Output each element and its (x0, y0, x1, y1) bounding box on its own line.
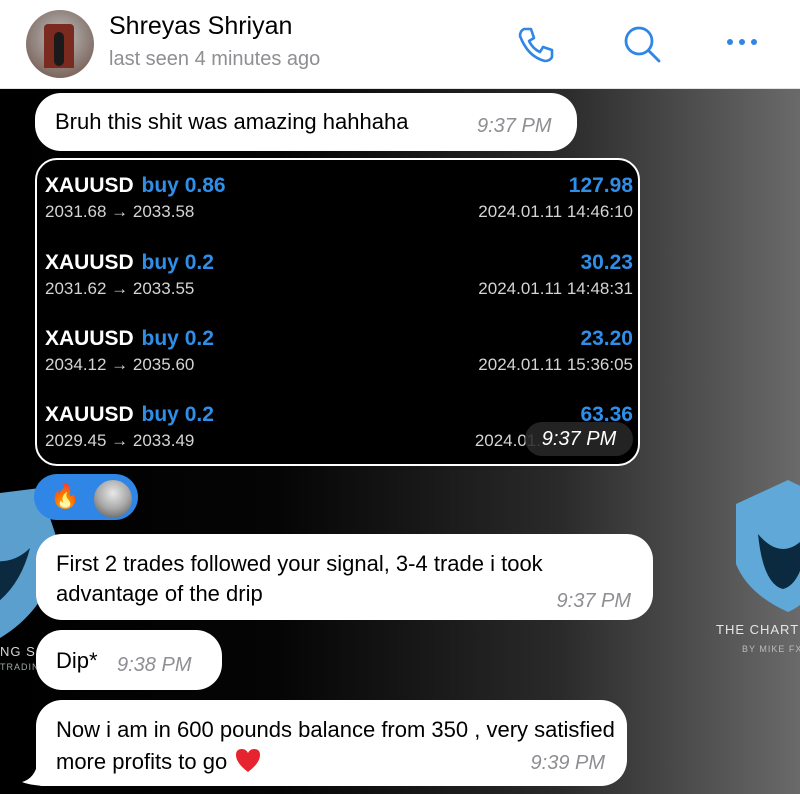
message-time: 9:37 PM (525, 422, 633, 456)
trade-prices: 2029.45 → 2033.49 (45, 431, 195, 450)
message-bubble[interactable]: Now i am in 600 pounds balance from 350 … (36, 700, 627, 786)
message-time: 9:37 PM (477, 115, 552, 137)
fire-emoji-icon: 🔥 (50, 483, 80, 510)
background-logo-sub-left: TRADIN (0, 662, 40, 672)
search-icon (624, 26, 661, 63)
trade-row: XAUUSD buy 0.86 2031.68 → 2033.58 127.98… (45, 174, 633, 240)
reactor-avatar (92, 478, 134, 520)
bubble-tail (22, 760, 52, 786)
contact-avatar[interactable] (26, 10, 94, 78)
message-bubble[interactable]: Bruh this shit was amazing hahhaha 9:37 … (35, 93, 577, 151)
trade-symbol-line: XAUUSD buy 0.86 (45, 174, 226, 198)
trade-profit: 30.23 (580, 251, 633, 274)
message-time: 9:38 PM (117, 654, 192, 676)
trade-symbol-line: XAUUSD buy 0.2 (45, 327, 214, 351)
trade-profit: 127.98 (568, 174, 633, 197)
trade-prices: 2031.68 → 2033.58 (45, 202, 195, 221)
message-time: 9:39 PM (530, 752, 605, 774)
trade-prices: 2031.62 → 2033.55 (45, 279, 195, 298)
trade-symbol-line: XAUUSD buy 0.2 (45, 251, 214, 275)
reaction-pill[interactable]: 🔥 (34, 474, 138, 520)
contact-name[interactable]: Shreyas Shriyan (109, 12, 292, 41)
more-icon (727, 39, 757, 45)
message-bubble[interactable]: Dip* 9:38 PM (36, 630, 222, 690)
trade-symbol: XAUUSD (45, 251, 134, 274)
message-time: 9:37 PM (556, 590, 631, 612)
search-button[interactable] (620, 22, 664, 66)
last-seen-status: last seen 4 minutes ago (109, 48, 321, 70)
trade-date: 2024.01.11 14:46:10 (478, 202, 633, 221)
chat-header: Shreyas Shriyan last seen 4 minutes ago (0, 0, 800, 89)
trade-symbol: XAUUSD (45, 174, 134, 197)
trade-row: XAUUSD buy 0.2 2031.62 → 2033.55 30.23 2… (45, 251, 633, 317)
shield-logo-icon (736, 480, 800, 612)
trade-row: XAUUSD buy 0.2 2034.12 → 2035.60 23.20 2… (45, 327, 633, 393)
background-logo-text-right: THE CHARTIN (716, 622, 800, 637)
message-text: Dip* (56, 648, 98, 673)
trade-symbol: XAUUSD (45, 327, 134, 350)
trade-side: buy 0.2 (141, 251, 214, 274)
more-options-button[interactable] (720, 22, 764, 66)
phone-icon (518, 27, 554, 63)
trade-date: 2024.01.11 14:48:31 (478, 279, 633, 298)
trade-symbol-line: XAUUSD buy 0.2 (45, 403, 214, 427)
trade-side: buy 0.86 (141, 174, 226, 197)
call-button[interactable] (514, 22, 558, 66)
trade-prices: 2034.12 → 2035.60 (45, 355, 195, 374)
trade-symbol: XAUUSD (45, 403, 134, 426)
trade-side: buy 0.2 (141, 403, 214, 426)
message-bubble[interactable]: First 2 trades followed your signal, 3-4… (36, 534, 653, 620)
message-text: Bruh this shit was amazing hahhaha (55, 109, 409, 134)
trade-screenshot-message[interactable]: XAUUSD buy 0.86 2031.68 → 2033.58 127.98… (35, 158, 640, 466)
background-logo-sub-right: BY MIKE FX (742, 644, 800, 654)
trade-side: buy 0.2 (141, 327, 214, 350)
avatar-person-shape (54, 32, 64, 66)
trade-profit: 23.20 (580, 327, 633, 350)
trade-date: 2024.01.11 15:36:05 (478, 355, 633, 374)
message-text: First 2 trades followed your signal, 3-4… (56, 551, 543, 606)
heart-emoji-icon (236, 749, 261, 772)
